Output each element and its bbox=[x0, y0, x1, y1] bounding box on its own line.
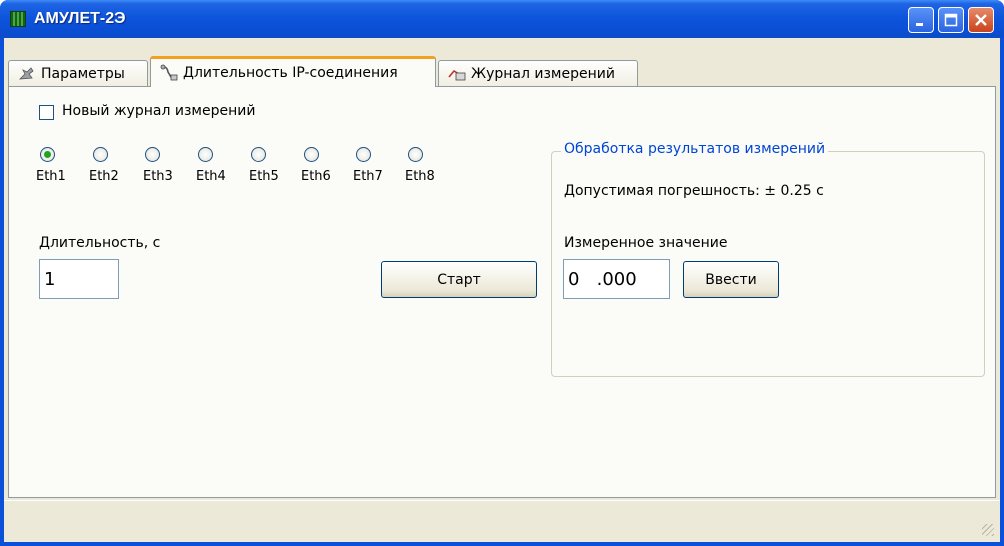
tolerance-text: Допустимая погрешность: ± 0.25 с bbox=[564, 183, 824, 199]
parameters-icon bbox=[18, 66, 34, 79]
radio-eth7[interactable] bbox=[356, 147, 371, 162]
minimize-icon bbox=[916, 23, 923, 26]
new-journal-checkbox[interactable] bbox=[39, 105, 54, 120]
app-window: АМУЛЕТ-2Э Параметры Длительность IP-соед… bbox=[0, 0, 1004, 546]
close-button[interactable] bbox=[968, 7, 994, 33]
radio-label-eth3: Eth3 bbox=[143, 169, 173, 184]
tab-parameters[interactable]: Параметры bbox=[8, 60, 148, 86]
maximize-button[interactable] bbox=[938, 7, 964, 33]
tab-strip: Параметры Длительность IP-соединения Жур… bbox=[8, 56, 998, 87]
radio-label-eth4: Eth4 bbox=[196, 169, 226, 184]
connection-icon bbox=[160, 64, 178, 81]
radio-label-eth8: Eth8 bbox=[405, 169, 435, 184]
resize-grip-icon[interactable] bbox=[982, 524, 994, 536]
radio-eth4[interactable] bbox=[198, 147, 213, 162]
app-grid-icon bbox=[10, 11, 26, 27]
duration-label: Длительность, с bbox=[39, 235, 161, 251]
new-journal-label: Новый журнал измерений bbox=[62, 103, 256, 119]
start-button[interactable]: Старт bbox=[381, 261, 537, 298]
enter-button[interactable]: Ввести bbox=[683, 261, 779, 298]
measured-value-input[interactable]: 0 .000 bbox=[563, 259, 670, 299]
client-area: Параметры Длительность IP-соединения Жур… bbox=[4, 38, 1000, 542]
results-group-title: Обработка результатов измерений bbox=[561, 141, 829, 157]
radio-label-eth1: Eth1 bbox=[36, 169, 66, 184]
close-icon bbox=[975, 14, 987, 26]
tab-label: Журнал измерений bbox=[471, 65, 615, 82]
radio-label-eth7: Eth7 bbox=[353, 169, 383, 184]
radio-eth3[interactable] bbox=[145, 147, 160, 162]
radio-label-eth5: Eth5 bbox=[249, 169, 279, 184]
radio-eth5[interactable] bbox=[251, 147, 266, 162]
radio-eth1[interactable] bbox=[40, 147, 55, 162]
window-title: АМУЛЕТ-2Э bbox=[34, 10, 126, 27]
journal-icon bbox=[448, 69, 466, 80]
maximize-icon bbox=[944, 13, 958, 27]
tab-label: Параметры bbox=[41, 65, 125, 82]
radio-eth6[interactable] bbox=[304, 147, 319, 162]
radio-label-eth6: Eth6 bbox=[301, 169, 331, 184]
minimize-button[interactable] bbox=[908, 7, 934, 33]
tab-label: Длительность IP-соединения bbox=[183, 65, 398, 81]
status-bar bbox=[4, 500, 1000, 542]
radio-eth8[interactable] bbox=[408, 147, 423, 162]
title-bar[interactable]: АМУЛЕТ-2Э bbox=[0, 0, 1004, 38]
tab-panel: Новый журнал измерений Eth1 Eth2 Eth3 Et… bbox=[8, 86, 996, 498]
tab-ip-duration[interactable]: Длительность IP-соединения bbox=[150, 56, 436, 87]
duration-input[interactable]: 1 bbox=[39, 259, 119, 299]
radio-label-eth2: Eth2 bbox=[89, 169, 119, 184]
tab-journal[interactable]: Журнал измерений bbox=[438, 60, 638, 86]
measured-value-label: Измеренное значение bbox=[564, 235, 728, 251]
radio-eth2[interactable] bbox=[93, 147, 108, 162]
